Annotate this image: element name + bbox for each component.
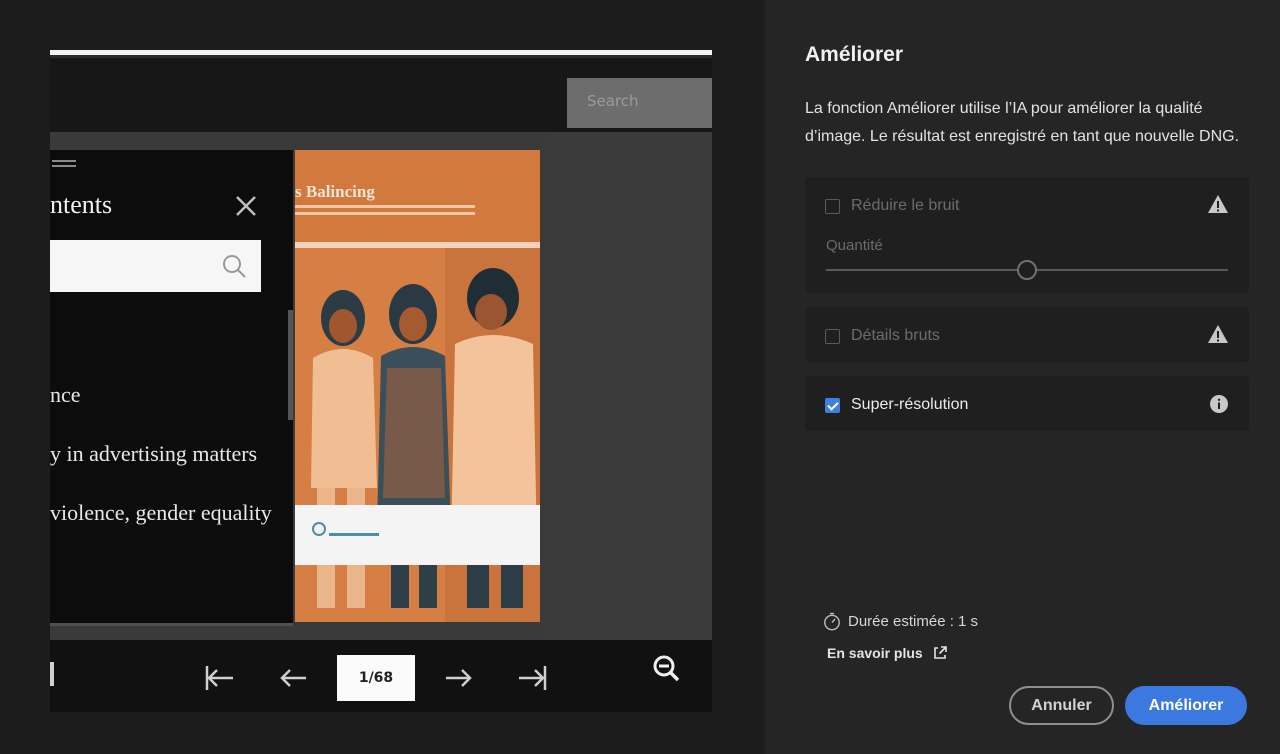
last-page-icon (519, 666, 547, 690)
denoise-card: Réduire le bruit Quantité (805, 177, 1249, 293)
toc-item: violence, gender equality (50, 500, 272, 525)
super-resolution-card: Super-résolution (805, 376, 1249, 431)
toc-title: ntents (50, 190, 113, 219)
dialog-title: Améliorer (805, 43, 904, 66)
super-resolution-option[interactable]: Super-résolution (825, 396, 968, 414)
amount-label: Quantité (826, 237, 883, 254)
denoise-option[interactable]: Réduire le bruit (825, 197, 960, 215)
toc-item: nce (50, 382, 81, 407)
zoom-out-icon (653, 655, 680, 682)
document-body: ntents nce y in advertising matters viol… (50, 132, 712, 640)
amount-slider-thumb[interactable] (1017, 260, 1037, 280)
learn-more-link[interactable]: En savoir plus (827, 645, 948, 661)
info-icon[interactable] (1209, 394, 1229, 414)
document-search-box: Search (567, 78, 712, 128)
toc-scrollbar (288, 310, 293, 420)
estimated-time: Durée estimée : 1 s (823, 612, 978, 631)
drag-handle-icon (52, 160, 76, 162)
cancel-button[interactable]: Annuler (1009, 686, 1114, 725)
raw-details-card: Détails bruts (805, 307, 1249, 362)
learn-more-label: En savoir plus (827, 645, 923, 661)
denoise-label: Réduire le bruit (851, 197, 960, 214)
super-resolution-checkbox[interactable] (825, 397, 840, 413)
warning-icon[interactable] (1207, 323, 1229, 345)
enhance-dialog: Améliorer La fonction Améliorer utilise … (765, 0, 1280, 754)
page-indicator: 1/68 (337, 655, 415, 701)
next-page-icon (446, 669, 472, 687)
logo-icon (312, 522, 379, 536)
raw-details-option[interactable]: Détails bruts (825, 327, 940, 345)
preview-image: Search ntents nce y in advertising matte… (50, 50, 712, 712)
previous-page-icon (280, 669, 306, 687)
warning-icon[interactable] (1207, 193, 1229, 215)
table-of-contents-panel: ntents nce y in advertising matters viol… (50, 150, 293, 626)
estimated-time-text: Durée estimée : 1 s (848, 613, 979, 630)
document-footer: 1/68 (50, 640, 712, 712)
footer-edge-marker (50, 662, 54, 686)
document-header: Search (50, 58, 712, 132)
stopwatch-icon (824, 612, 840, 631)
enhance-button[interactable]: Améliorer (1125, 686, 1247, 725)
cover-photo-people (295, 248, 540, 622)
cover-logo-area (295, 505, 540, 565)
raw-details-label: Détails bruts (851, 327, 940, 344)
close-icon (236, 196, 256, 216)
cover-title: s Balincing (295, 182, 375, 201)
document-cover: s Balincing (295, 150, 540, 622)
cover-subtitle-lines (295, 205, 475, 208)
search-icon (223, 255, 246, 278)
external-link-icon (933, 646, 947, 659)
document-side-area (545, 132, 712, 640)
image-preview-area: Search ntents nce y in advertising matte… (0, 0, 765, 754)
toc-item: y in advertising matters (50, 441, 258, 466)
super-resolution-label: Super-résolution (851, 396, 969, 413)
toc-search-input (50, 240, 261, 292)
dialog-description: La fonction Améliorer utilise l’IA pour … (805, 100, 1240, 145)
denoise-checkbox[interactable] (825, 198, 840, 214)
first-page-icon (205, 666, 233, 690)
raw-details-checkbox[interactable] (825, 328, 840, 344)
